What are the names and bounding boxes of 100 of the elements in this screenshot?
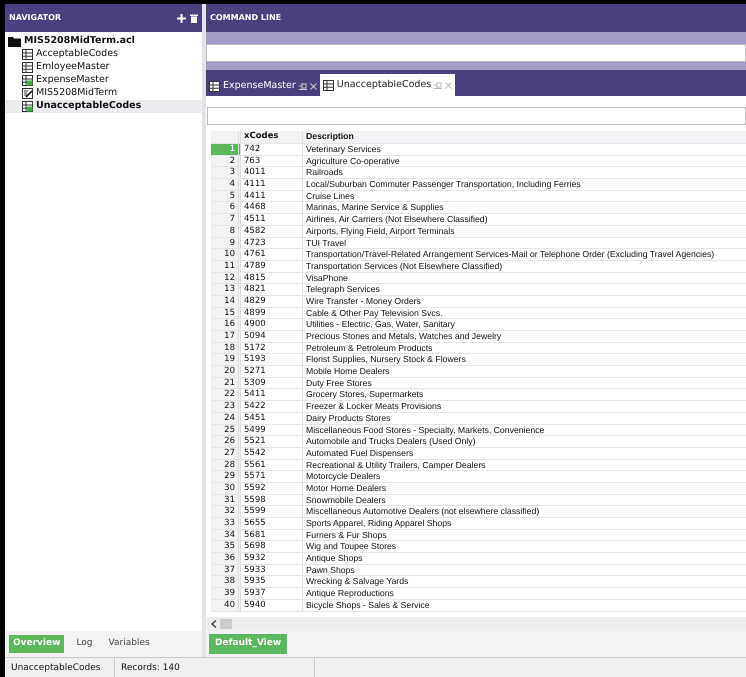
- row-number[interactable]: 38: [211, 576, 241, 588]
- table-cell: 5937: [241, 588, 303, 599]
- row-number[interactable]: 34: [211, 530, 241, 540]
- row-number[interactable]: 20: [211, 366, 241, 377]
- table-cell-text: Precious Stones and Metals, Watches and Jewelry: [305, 331, 502, 342]
- row-number[interactable]: 2: [211, 156, 241, 166]
- table-cell-text: Cable & Other Pay Television Svcs.: [305, 308, 442, 318]
- table-cell-text: Grocery Stores, Supermarkets: [305, 389, 424, 400]
- row-number[interactable]: 14: [211, 296, 241, 307]
- table-cell: 4011: [241, 167, 303, 178]
- row-number[interactable]: 19: [211, 354, 241, 366]
- row-number[interactable]: 3: [211, 167, 241, 178]
- row-number[interactable]: 10: [211, 249, 241, 260]
- table-cell-text: Recreational & Utility Trailers, Camper Dealers: [305, 460, 486, 470]
- status-text: Records: 140: [115, 658, 315, 677]
- row-number[interactable]: 35: [211, 541, 241, 552]
- table-cell-text: Automated Fuel Dispensers: [305, 448, 414, 459]
- row-number[interactable]: 30: [211, 482, 241, 494]
- table-icon: [22, 101, 33, 112]
- panel-tab[interactable]: Log: [72, 635, 97, 653]
- column-header[interactable]: xCodes: [241, 131, 303, 143]
- row-number[interactable]: 8: [211, 226, 241, 236]
- tree-item[interactable]: MIS5208MidTerm: [5, 87, 202, 100]
- table-cell-text: Wrecking & Salvage Yards: [305, 576, 408, 588]
- table-cell-text: Mobile Home Dealers: [305, 366, 390, 377]
- row-number[interactable]: 5: [211, 190, 241, 202]
- row-number[interactable]: 40: [211, 600, 241, 610]
- row-number[interactable]: 37: [211, 564, 241, 576]
- horizontal-scrollbar[interactable]: [206, 617, 746, 631]
- pin-icon[interactable]: [298, 82, 307, 90]
- table-cell-text: Dairy Products Stores: [305, 412, 390, 424]
- panel-title: COMMAND LINE: [210, 12, 282, 24]
- tree-item[interactable]: UnacceptableCodes: [5, 100, 202, 113]
- filter-field[interactable]: [207, 107, 746, 125]
- table-cell: 4511: [241, 214, 303, 225]
- tree-item[interactable]: EmloyeeMaster: [5, 61, 202, 74]
- row-number[interactable]: 17: [211, 331, 241, 342]
- row-number[interactable]: 12: [211, 272, 241, 284]
- scroll-left-icon[interactable]: [211, 620, 217, 628]
- scrollbar-thumb[interactable]: [220, 619, 232, 629]
- row-number[interactable]: 18: [211, 342, 241, 354]
- row-number[interactable]: 13: [211, 284, 241, 295]
- table-cell: 4789: [241, 260, 303, 272]
- row-number[interactable]: 23: [211, 401, 241, 412]
- row-number[interactable]: 4: [211, 179, 241, 190]
- table-cell-text: Pawn Shops: [305, 564, 355, 576]
- table-cell: 5598: [241, 494, 303, 506]
- table-cell: 4821: [241, 284, 303, 295]
- close-icon[interactable]: [310, 82, 317, 90]
- row-number[interactable]: 22: [211, 389, 241, 400]
- table-icon: [209, 80, 220, 92]
- command-input[interactable]: [206, 44, 746, 62]
- table-cell-text: Telegraph Services: [305, 284, 380, 295]
- row-number[interactable]: 33: [211, 518, 241, 529]
- table-cell-text: Agriculture Co-operative: [305, 156, 400, 166]
- table-cell: 5499: [241, 424, 303, 436]
- row-number[interactable]: 31: [211, 494, 241, 506]
- row-number[interactable]: 16: [211, 319, 241, 330]
- table-cell-text: Snowmobile Dealers: [305, 494, 386, 506]
- table-cell-text: Wig and Toupee Stores: [305, 541, 396, 552]
- row-number[interactable]: 9: [211, 238, 241, 248]
- row-number[interactable]: 24: [211, 412, 241, 424]
- table-cell: 5309: [241, 378, 303, 388]
- panel-title: NAVIGATOR: [9, 12, 62, 24]
- status-text: UnacceptableCodes: [5, 658, 115, 677]
- row-number[interactable]: 7: [211, 214, 241, 225]
- table-cell: 5599: [241, 506, 303, 517]
- table-cell: 5193: [241, 354, 303, 366]
- table-cell-text: Duty Free Stores: [305, 378, 372, 388]
- row-number[interactable]: 15: [211, 308, 241, 318]
- row-number[interactable]: 28: [211, 460, 241, 470]
- row-number[interactable]: 26: [211, 436, 241, 447]
- table-cell: 5521: [241, 436, 303, 447]
- panel-tab[interactable]: Variables: [104, 635, 154, 653]
- tree-item[interactable]: AcceptableCodes: [5, 48, 202, 61]
- row-number[interactable]: 21: [211, 378, 241, 388]
- row-number[interactable]: 29: [211, 471, 241, 482]
- row-number[interactable]: 27: [211, 448, 241, 459]
- table-cell: 4761: [241, 249, 303, 260]
- row-number[interactable]: 32: [211, 506, 241, 517]
- row-number[interactable]: 36: [211, 553, 241, 564]
- row-number[interactable]: 39: [211, 588, 241, 599]
- table-cell-text: Florist Supplies, Nursery Stock & Flowers: [305, 354, 466, 366]
- table-cell: 5655: [241, 518, 303, 529]
- table-cell-text: Wire Transfer - Money Orders: [305, 296, 421, 307]
- table-cell-text: Antique Shops: [305, 553, 363, 564]
- trash-icon[interactable]: [190, 14, 198, 22]
- row-number[interactable]: 25: [211, 424, 241, 436]
- tree-item[interactable]: MIS5208MidTerm.acl: [5, 35, 202, 48]
- table-cell-text: Bicycle Shops - Sales & Service: [305, 600, 430, 610]
- table-cell: 5561: [241, 460, 303, 470]
- tree-item[interactable]: ExpenseMaster: [5, 74, 202, 87]
- row-number[interactable]: 11: [211, 260, 241, 272]
- table-cell: 763: [241, 156, 303, 166]
- table-cell: 5571: [241, 471, 303, 482]
- row-number[interactable]: 6: [211, 202, 241, 214]
- document-tab[interactable]: ExpenseMaster: [206, 76, 320, 96]
- table-cell: 5094: [241, 331, 303, 342]
- column-header[interactable]: Description: [303, 131, 354, 143]
- add-icon[interactable]: [177, 14, 186, 22]
